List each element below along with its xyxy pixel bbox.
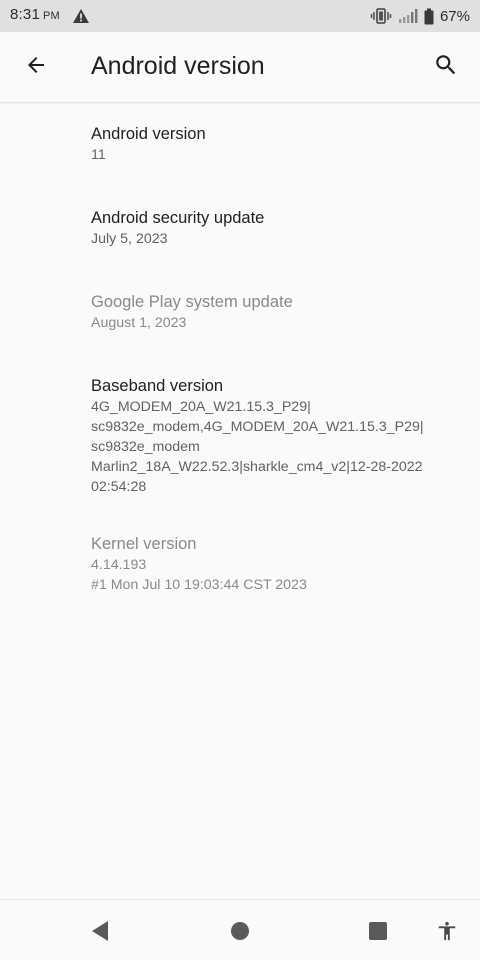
android-version-item[interactable]: Android version 11 — [91, 123, 460, 165]
app-bar: Android version — [0, 32, 480, 103]
google-play-update-item: Google Play system update August 1, 2023 — [91, 291, 460, 333]
warning-icon — [73, 9, 89, 23]
status-icons: 67% — [370, 6, 470, 26]
nav-accessibility-button[interactable] — [430, 914, 464, 948]
nav-recents-button[interactable] — [361, 914, 395, 948]
item-summary: 4G_MODEM_20A_W21.15.3_P29| sc9832e_modem… — [91, 399, 424, 495]
item-summary: August 1, 2023 — [91, 315, 187, 331]
status-bar: 8:31 PM 67% — [0, 0, 480, 32]
back-triangle-icon — [92, 921, 108, 941]
arrow-back-icon — [28, 57, 44, 73]
status-ampm: PM — [43, 10, 60, 22]
status-clock: 8:31 — [10, 6, 40, 23]
home-circle-icon — [231, 922, 249, 940]
signal-icon — [398, 9, 418, 23]
vibrate-icon — [370, 8, 392, 24]
battery-percent: 67% — [439, 7, 470, 25]
item-summary: July 5, 2023 — [91, 231, 168, 247]
item-title: Android version — [91, 125, 206, 143]
item-title: Google Play system update — [91, 293, 293, 311]
search-icon — [436, 55, 456, 75]
item-summary: 11 — [91, 147, 106, 163]
battery-icon — [424, 8, 434, 24]
item-title: Android security update — [91, 209, 265, 227]
recents-square-icon — [369, 922, 387, 940]
security-update-item[interactable]: Android security update July 5, 2023 — [91, 207, 460, 249]
back-button[interactable] — [14, 43, 58, 87]
item-title: Kernel version — [91, 535, 197, 553]
kernel-version-item: Kernel version 4.14.193 #1 Mon Jul 10 19… — [91, 533, 460, 595]
nav-home-button[interactable] — [223, 914, 257, 948]
page-title: Android version — [91, 52, 265, 80]
nav-back-button[interactable] — [83, 914, 117, 948]
search-button[interactable] — [424, 43, 468, 87]
screen: 8:31 PM 67% Android version Android vers… — [0, 0, 480, 960]
accessibility-icon — [438, 921, 456, 941]
navigation-bar — [0, 899, 480, 960]
item-summary: 4.14.193 #1 Mon Jul 10 19:03:44 CST 2023 — [91, 557, 307, 593]
status-time: 8:31 PM — [10, 6, 60, 23]
baseband-version-item[interactable]: Baseband version 4G_MODEM_20A_W21.15.3_P… — [91, 375, 460, 497]
item-title: Baseband version — [91, 377, 224, 395]
